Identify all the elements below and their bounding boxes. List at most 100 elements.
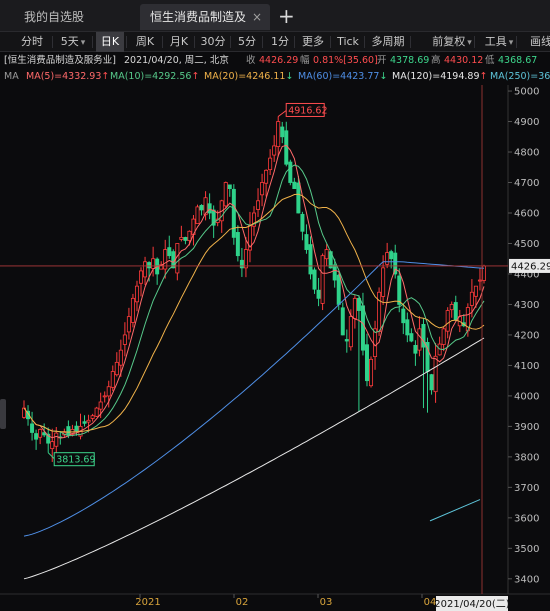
candle-body	[126, 316, 131, 333]
toolbar-divider	[516, 36, 517, 48]
index-name: [恒生消费品制造及服务业]	[4, 55, 116, 66]
candle-body	[413, 344, 418, 354]
ma-legend-item: MA(120)=4194.89↑	[392, 69, 487, 85]
candle-body	[264, 169, 269, 184]
candle-body	[397, 275, 402, 305]
period-tab[interactable]: 5分	[234, 32, 260, 52]
candle-body	[130, 297, 135, 323]
add-tab-icon[interactable]: +	[278, 4, 295, 28]
kline-chart[interactable]: 3400 3500 3600 3700 3800 3900 4000 4100 4200 4300…	[0, 85, 550, 611]
ma-value: MA(20)=4246.11	[204, 71, 286, 82]
candle-body	[167, 247, 172, 257]
period-tab[interactable]: 工具 ▾	[484, 32, 514, 52]
candle-body	[30, 423, 35, 433]
candle-body	[143, 261, 148, 278]
period-toolbar: 分时 5天 ▾ 日K 周K 月K 30分 5分 1分 更多 Tick 多周期 前复权 ▾ 工具 ▾ 画线	[0, 32, 550, 52]
candle-body	[147, 262, 152, 269]
ma-legend-item: MA(5)=4332.93↑	[26, 69, 109, 85]
period-tab[interactable]: 前复权 ▾	[432, 32, 472, 52]
tab-watchlist[interactable]: 我的自选股	[14, 4, 94, 30]
toolbar-divider	[230, 36, 231, 48]
close-label: 收	[246, 55, 256, 66]
candle-body	[280, 126, 285, 138]
candle-body	[272, 145, 277, 156]
candle-body	[344, 339, 349, 342]
chevron-down-icon: ▾	[80, 38, 86, 48]
tab-active-index[interactable]: 恒生消费品制造及服... ×	[140, 4, 270, 50]
high-label: 高	[431, 55, 441, 66]
x-tick-label: 02	[236, 597, 249, 608]
quote-date: 2021/04/20, 周二, 北京	[124, 55, 229, 66]
period-tab-label: 30分	[200, 35, 226, 48]
y-tick-label: 4200	[514, 330, 539, 341]
y-tick-label: 4300	[514, 300, 539, 311]
candle-body	[183, 237, 188, 241]
candle-body	[477, 279, 482, 282]
candle-body	[86, 419, 91, 423]
period-tab[interactable]: Tick	[334, 32, 362, 52]
candle-body	[260, 182, 265, 196]
period-tab-label: Tick	[337, 35, 359, 48]
period-tab[interactable]: 更多	[298, 32, 328, 52]
toolbar-divider	[52, 36, 53, 48]
arrow-up-icon: ↑	[191, 71, 200, 82]
period-tab-label: 前复权	[432, 35, 466, 48]
ma-value: MA(120)=4194.89	[392, 71, 480, 82]
period-tab[interactable]: 日K	[96, 32, 124, 52]
candle-body	[417, 328, 422, 351]
period-tab[interactable]: 30分	[198, 32, 228, 52]
close-icon[interactable]: ×	[252, 4, 262, 30]
arrow-down-icon: ↓	[285, 71, 294, 82]
period-tab[interactable]: 分时	[14, 32, 50, 52]
y-tick-label: 4000	[514, 391, 539, 402]
toolbar-divider	[262, 36, 263, 48]
candle-body	[134, 285, 139, 303]
candle-body	[223, 182, 228, 207]
candle-body	[90, 415, 95, 419]
period-tab[interactable]: 多周期	[368, 32, 408, 52]
arrow-down-icon: ↓	[379, 71, 388, 82]
candle-body	[453, 302, 458, 321]
period-tab[interactable]: 1分	[268, 32, 292, 52]
candle-body	[360, 305, 365, 351]
candle-body	[381, 267, 386, 297]
open-label: 开	[377, 55, 387, 66]
candle-body	[441, 328, 446, 345]
candle-body	[74, 425, 79, 432]
period-tab[interactable]: 周K	[130, 32, 160, 52]
period-tab-label: 更多	[302, 35, 324, 48]
candle-body	[312, 269, 317, 290]
period-tab-label: 多周期	[371, 35, 405, 48]
candle-body	[308, 244, 313, 275]
y-tick-label: 4700	[514, 178, 539, 189]
period-tab-label: 周K	[135, 35, 155, 48]
candle-body	[114, 361, 119, 376]
ma-legend-item: MA(60)=4423.77↓	[298, 69, 387, 85]
candle-body	[34, 433, 39, 440]
period-tab[interactable]: 画线	[526, 32, 550, 52]
low-label: 低	[485, 55, 495, 66]
candle-body	[369, 358, 374, 387]
arrow-up-icon: ↑	[479, 71, 488, 82]
y-tick-label: 3800	[514, 452, 539, 463]
candle-body	[235, 232, 240, 257]
period-tab[interactable]: 月K	[166, 32, 192, 52]
candle-body	[292, 181, 297, 189]
candle-body	[433, 355, 438, 393]
period-tab-label: 5天	[60, 35, 79, 48]
candle-body	[118, 349, 123, 366]
scroll-handle	[0, 398, 6, 429]
candle-body	[187, 230, 192, 241]
period-tab-label: 1分	[271, 35, 289, 48]
candle-body	[449, 304, 454, 311]
candle-body	[296, 182, 301, 214]
candle-body	[98, 401, 103, 410]
candle-body	[66, 426, 71, 436]
chevron-down-icon: ▾	[467, 38, 472, 48]
period-tab-label: 分时	[21, 35, 43, 48]
candle-body	[352, 297, 357, 319]
candle-body	[151, 258, 156, 269]
change-value: 0.81%[35.60]	[313, 55, 378, 66]
ma-legend-item: MA(20)=4246.11↓	[204, 69, 293, 85]
period-tab[interactable]: 5天 ▾	[56, 32, 90, 52]
